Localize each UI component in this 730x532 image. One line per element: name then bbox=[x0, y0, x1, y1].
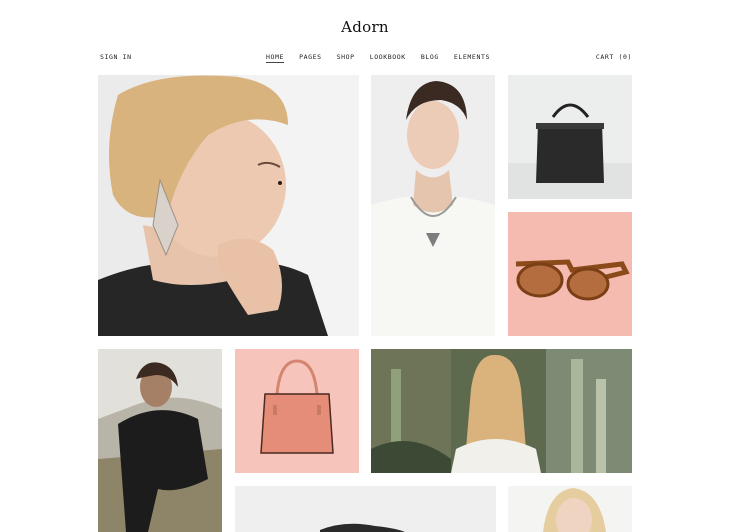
sign-in-link[interactable]: SIGN IN bbox=[100, 53, 132, 61]
nav-item-home[interactable]: HOME bbox=[266, 53, 285, 63]
site-logo[interactable]: Adorn bbox=[0, 18, 730, 36]
gallery-tile-pink-handbag[interactable] bbox=[235, 349, 359, 473]
gallery-tile-model-earring[interactable] bbox=[98, 75, 359, 336]
nav-item-lookbook[interactable]: LOOKBOOK bbox=[370, 53, 406, 63]
nav-item-blog[interactable]: BLOG bbox=[421, 53, 439, 63]
model-cactus-image bbox=[371, 349, 632, 473]
gallery-tile-model-blonde-partial[interactable] bbox=[508, 486, 632, 532]
nav-item-shop[interactable]: SHOP bbox=[337, 53, 355, 63]
nav-item-pages[interactable]: PAGES bbox=[299, 53, 322, 63]
gallery-tile-model-black-top[interactable] bbox=[98, 349, 222, 532]
nav-item-elements[interactable]: ELEMENTS bbox=[454, 53, 490, 63]
cart-link[interactable]: CART (0) bbox=[596, 53, 632, 61]
gallery-tile-model-necklace[interactable] bbox=[371, 75, 495, 336]
sunglasses-image bbox=[508, 212, 632, 336]
black-handbag-image bbox=[508, 75, 632, 199]
gallery-tile-black-handbag[interactable] bbox=[508, 75, 632, 199]
gallery-tile-product-partial[interactable] bbox=[235, 486, 496, 532]
main-menu: HOME PAGES SHOP LOOKBOOK BLOG ELEMENTS bbox=[266, 53, 490, 63]
product-partial-image bbox=[235, 486, 496, 532]
pink-handbag-image bbox=[235, 349, 359, 473]
top-navigation: SIGN IN HOME PAGES SHOP LOOKBOOK BLOG EL… bbox=[0, 53, 730, 65]
gallery-tile-model-cactus[interactable] bbox=[371, 349, 632, 473]
model-necklace-image bbox=[371, 75, 495, 336]
gallery-tile-sunglasses[interactable] bbox=[508, 212, 632, 336]
model-blonde-partial-image bbox=[508, 486, 632, 532]
model-earring-image bbox=[98, 75, 359, 336]
model-black-top-image bbox=[98, 349, 222, 532]
